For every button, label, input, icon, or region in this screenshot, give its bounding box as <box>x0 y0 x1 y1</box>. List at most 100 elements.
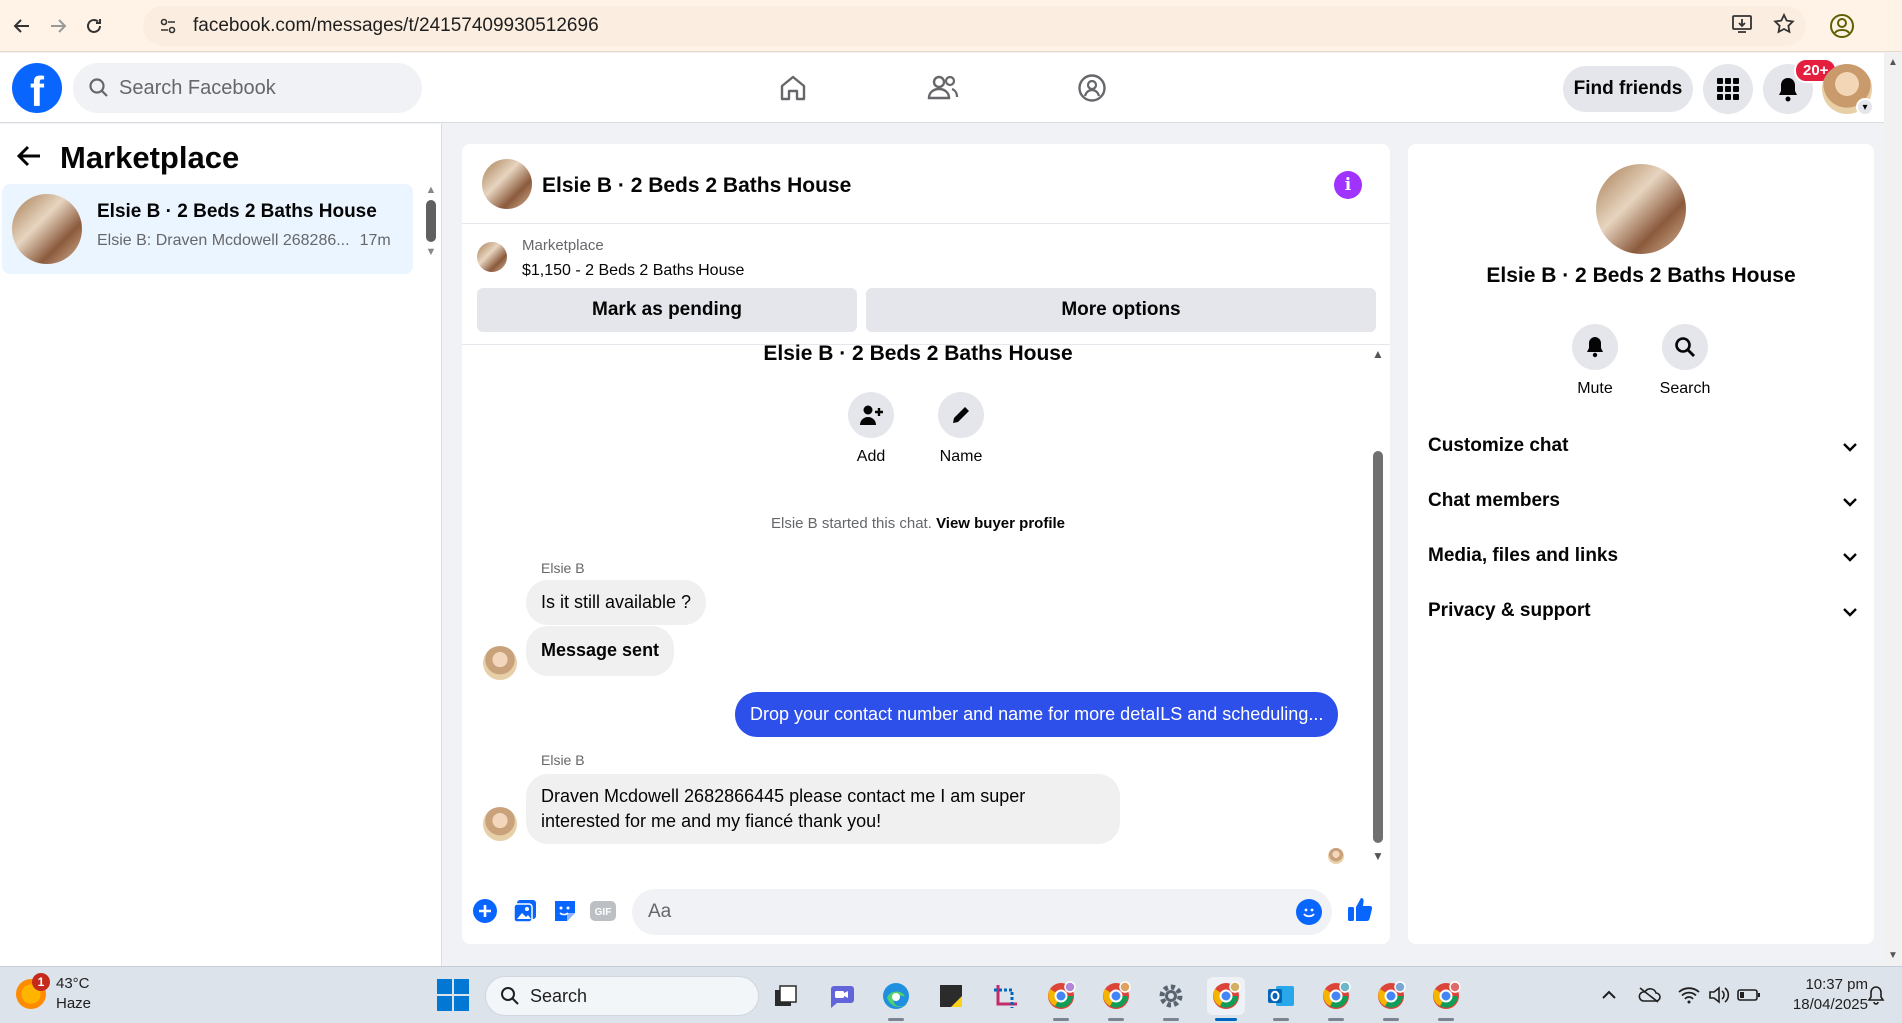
chrome-profile-1-icon[interactable] <box>1042 977 1080 1021</box>
mute-button[interactable]: Mute <box>1555 324 1635 398</box>
listing-thumbnail[interactable] <box>1596 164 1686 254</box>
taskbar-search-input[interactable]: Search <box>485 976 759 1016</box>
scroll-up-icon[interactable]: ▲ <box>1370 347 1386 361</box>
sender-name: Elsie B <box>541 560 585 576</box>
forward-icon[interactable] <box>40 8 76 44</box>
weather-widget[interactable]: 1 43°C Haze <box>16 973 106 1015</box>
chrome-profile-3-icon[interactable] <box>1207 977 1245 1021</box>
chat-title[interactable]: Elsie B · 2 Beds 2 Baths House <box>542 174 851 198</box>
svg-text:GIF: GIF <box>595 907 612 918</box>
chrome-profile-icon[interactable] <box>1824 8 1860 44</box>
windows-start-icon[interactable] <box>437 979 469 1011</box>
weather-badge: 1 <box>32 973 50 991</box>
photo-icon[interactable] <box>511 897 539 925</box>
chevron-down-icon[interactable]: ▾ <box>1856 98 1874 116</box>
page-scrollbar[interactable]: ▲ ▼ <box>1884 53 1902 965</box>
find-friends-button[interactable]: Find friends <box>1563 66 1693 112</box>
site-info-icon[interactable] <box>151 9 185 43</box>
message-input-placeholder: Aa <box>648 901 672 922</box>
scroll-down-icon[interactable]: ▼ <box>1884 950 1902 961</box>
install-app-icon[interactable] <box>1730 12 1754 41</box>
gif-icon[interactable]: GIF <box>589 897 617 925</box>
scroll-up-icon[interactable]: ▲ <box>424 184 438 196</box>
sender-avatar[interactable] <box>483 646 517 680</box>
friends-icon[interactable] <box>921 66 965 110</box>
conversation-list-item[interactable]: Elsie B · 2 Beds 2 Baths House Elsie B: … <box>2 184 413 274</box>
chat-thumbnail[interactable] <box>482 159 532 209</box>
back-arrow-icon[interactable] <box>16 141 42 175</box>
scroll-thumb[interactable] <box>1373 451 1383 843</box>
message-bubble[interactable]: Is it still available ? <box>526 580 707 625</box>
chevron-up-icon[interactable] <box>1597 983 1621 1007</box>
customize-chat-section[interactable]: Customize chat <box>1428 426 1858 466</box>
snipping-tool-icon[interactable] <box>987 977 1025 1015</box>
scroll-down-icon[interactable]: ▼ <box>424 246 438 258</box>
edge-browser-icon[interactable] <box>877 977 915 1021</box>
chrome-profile-6-icon[interactable] <box>1427 977 1465 1021</box>
section-label: Privacy & support <box>1428 600 1591 621</box>
chrome-profile-4-icon[interactable] <box>1317 977 1355 1021</box>
media-files-links-section[interactable]: Media, files and links <box>1428 536 1858 576</box>
message-input[interactable]: Aa <box>632 889 1332 935</box>
chat-intro-title: Elsie B · 2 Beds 2 Baths House <box>763 342 1073 365</box>
own-message-bubble[interactable]: Drop your contact number and name for mo… <box>735 692 1339 737</box>
chevron-down-icon <box>1842 436 1858 457</box>
url-text[interactable]: facebook.com/messages/t/2415740993051269… <box>193 15 599 37</box>
chrome-profile-5-icon[interactable] <box>1372 977 1410 1021</box>
system-clock[interactable]: 10:37 pm 18/04/2025 <box>1768 975 1868 1015</box>
home-icon[interactable] <box>771 66 815 110</box>
teams-chat-icon[interactable] <box>822 977 860 1015</box>
message-bubble[interactable]: Message sent <box>526 626 675 676</box>
marketplace-listing-banner[interactable]: Marketplace $1,150 - 2 Beds 2 Baths Hous… <box>462 226 1390 286</box>
add-person-icon <box>860 405 883 425</box>
notification-bell-icon[interactable] <box>1864 983 1888 1007</box>
wifi-icon[interactable] <box>1677 983 1701 1007</box>
profile-avatar[interactable]: ▾ <box>1822 64 1874 116</box>
reload-icon[interactable] <box>76 8 112 44</box>
sticker-icon[interactable] <box>551 897 579 925</box>
scroll-thumb[interactable] <box>426 200 436 242</box>
chrome-profile-2-icon[interactable] <box>1097 977 1135 1021</box>
more-options-button[interactable]: More options <box>866 288 1376 332</box>
add-people-button[interactable]: Add <box>826 392 916 466</box>
bell-icon <box>1587 337 1603 358</box>
bookmark-star-icon[interactable] <box>1772 12 1796 41</box>
sticky-notes-icon[interactable] <box>932 977 970 1015</box>
scroll-up-icon[interactable]: ▲ <box>1884 57 1902 68</box>
battery-icon[interactable] <box>1737 983 1761 1007</box>
menu-grid-icon[interactable] <box>1703 64 1753 114</box>
facebook-search-input[interactable]: Search Facebook <box>73 63 422 113</box>
groups-icon[interactable] <box>1070 66 1114 110</box>
search-label: Search <box>1659 380 1711 397</box>
chat-scrollbar[interactable]: ▲ ▼ <box>1370 347 1386 877</box>
edit-name-button[interactable]: Name <box>916 392 1006 466</box>
name-label: Name <box>939 448 983 465</box>
conversation-preview: Elsie B: Draven Mcdowell 268286... 17m <box>97 232 397 250</box>
left-scrollbar[interactable]: ▲ ▼ <box>424 184 438 274</box>
outlook-icon[interactable] <box>1262 977 1300 1021</box>
chevron-down-icon <box>1842 491 1858 512</box>
chat-panel: Elsie B · 2 Beds 2 Baths House i Marketp… <box>462 144 1390 944</box>
chat-members-section[interactable]: Chat members <box>1428 481 1858 521</box>
plus-circle-icon[interactable] <box>471 897 499 925</box>
thumbs-up-icon[interactable] <box>1346 895 1374 923</box>
search-icon <box>1675 337 1695 357</box>
settings-gear-icon[interactable] <box>1152 977 1190 1021</box>
address-bar[interactable]: facebook.com/messages/t/2415740993051269… <box>143 6 1806 46</box>
mark-as-pending-button[interactable]: Mark as pending <box>477 288 857 332</box>
privacy-support-section[interactable]: Privacy & support <box>1428 591 1858 631</box>
windows-taskbar: 1 43°C Haze Search 10:37 pm 18/04/2025 <box>0 966 1902 1023</box>
facebook-logo-icon[interactable]: f <box>12 63 62 113</box>
back-icon[interactable] <box>4 8 40 44</box>
search-conversation-button[interactable]: Search <box>1645 324 1725 398</box>
chat-header: Elsie B · 2 Beds 2 Baths House i <box>462 144 1390 224</box>
view-buyer-profile-link[interactable]: View buyer profile <box>936 515 1065 532</box>
task-view-icon[interactable] <box>767 977 805 1015</box>
onedrive-offline-icon[interactable] <box>1637 983 1661 1007</box>
emoji-icon[interactable] <box>1296 899 1322 925</box>
volume-icon[interactable] <box>1707 983 1731 1007</box>
message-bubble[interactable]: Draven Mcdowell 2682866445 please contac… <box>526 774 1120 844</box>
scroll-down-icon[interactable]: ▼ <box>1370 849 1386 863</box>
info-icon[interactable]: i <box>1334 171 1362 199</box>
sender-avatar[interactable] <box>483 807 517 841</box>
